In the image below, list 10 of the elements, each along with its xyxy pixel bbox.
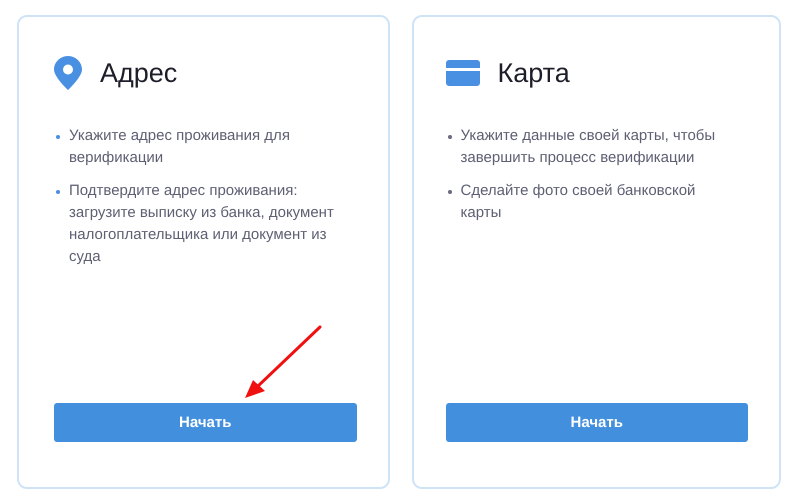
start-button[interactable]: Начать [54, 403, 356, 442]
instruction-text: Укажите адрес проживания для верификации [69, 126, 291, 168]
start-button[interactable]: Начать [446, 403, 748, 442]
instruction-text: Укажите данные своей карты, чтобы завершить процесс верификации [460, 126, 716, 168]
credit-card-icon [446, 60, 480, 86]
location-pin-icon [54, 56, 82, 90]
instruction-text: Сделайте фото своей банковской карты [460, 181, 696, 223]
card-title: Карта [498, 58, 570, 88]
instruction-text: Подтвердите адрес проживания: загрузите выписку из банка, документ налогоплательщика или документ из суда [69, 181, 335, 267]
card-title: Адрес [100, 58, 178, 88]
